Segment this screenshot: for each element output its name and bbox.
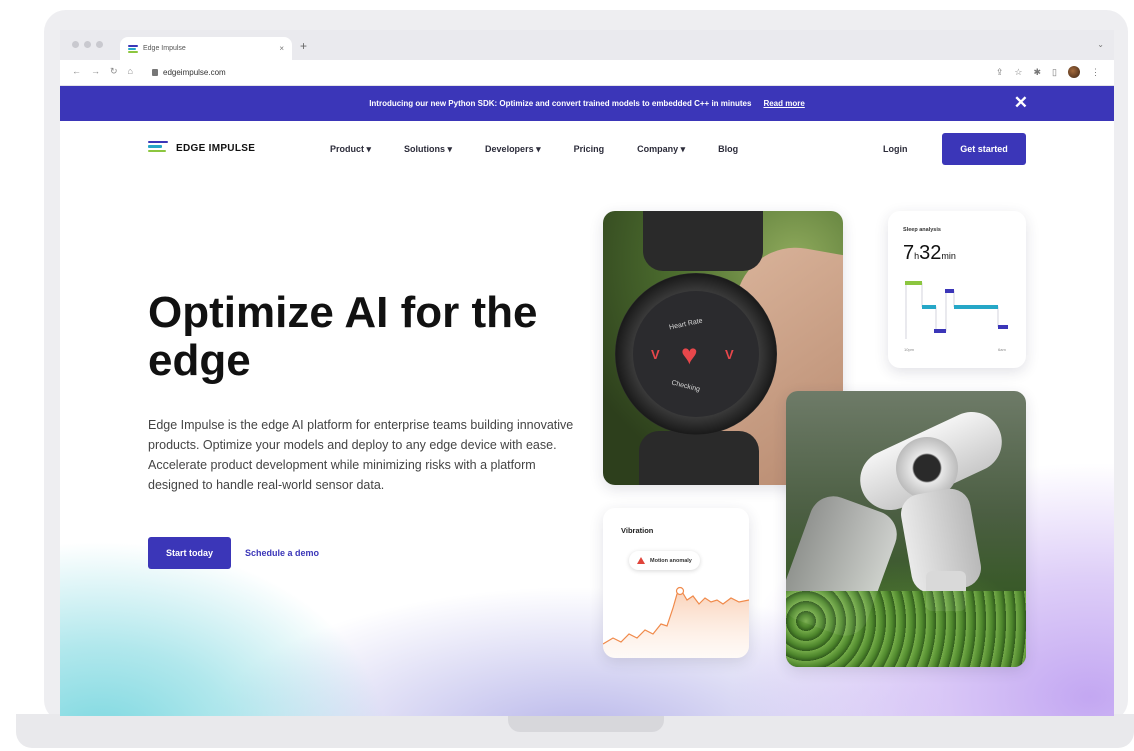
- read-more-link[interactable]: Read more: [763, 99, 804, 108]
- home-icon[interactable]: ⌂: [128, 66, 133, 77]
- tab-bar: Edge Impulse × + ⌄: [60, 30, 1114, 60]
- sleep-axis-end: 6am: [998, 347, 1006, 352]
- motion-anomaly-text: Motion anomaly: [650, 557, 692, 564]
- nav-item-blog[interactable]: Blog: [718, 144, 738, 155]
- warning-icon: [637, 557, 645, 564]
- sleep-stage-deep-2: [998, 325, 1008, 329]
- logo[interactable]: EDGE IMPULSE: [148, 141, 255, 155]
- login-link[interactable]: Login: [883, 144, 908, 154]
- robotic-arm-image: [786, 391, 1026, 667]
- hero-title: Optimize AI for the edge: [148, 288, 538, 385]
- url-text: edgeimpulse.com: [163, 68, 226, 77]
- reload-icon[interactable]: ↻: [110, 66, 118, 77]
- share-icon[interactable]: ⇪: [996, 67, 1004, 78]
- window-controls[interactable]: [72, 41, 103, 48]
- sleep-stage-deep: [934, 329, 946, 333]
- edge-impulse-logo-icon: [148, 141, 168, 155]
- nav-item-company[interactable]: Company ▾: [637, 144, 685, 155]
- logo-text: EDGE IMPULSE: [176, 142, 256, 154]
- bookmark-star-icon[interactable]: ☆: [1014, 67, 1022, 78]
- sleep-stage-light: [922, 305, 936, 309]
- address-bar: ← → ↻ ⌂ edgeimpulse.com ⇪ ☆ ✱ ▯ ⋮: [60, 60, 1114, 86]
- watch-band-top: [643, 211, 763, 271]
- announcement-text: Introducing our new Python SDK: Optimize…: [369, 99, 752, 108]
- close-announcement-icon[interactable]: ✕: [1014, 93, 1028, 113]
- maximize-window-dot[interactable]: [96, 41, 103, 48]
- watch-band-bottom: [639, 431, 759, 485]
- watch-face: Heart Rate V ♥ V Checking: [633, 291, 759, 417]
- sleep-stage-awake: [905, 281, 922, 285]
- tab-title: Edge Impulse: [143, 45, 186, 52]
- get-started-button[interactable]: Get started: [942, 133, 1026, 165]
- menu-kebab-icon[interactable]: ⋮: [1091, 67, 1100, 78]
- sleep-analysis-title: Sleep analysis: [903, 227, 941, 233]
- new-tab-button[interactable]: +: [300, 39, 307, 53]
- edge-impulse-favicon-icon: [128, 44, 138, 53]
- hero-section: Optimize AI for the edge Edge Impulse is…: [60, 177, 1114, 716]
- nav-item-developers[interactable]: Developers ▾: [485, 144, 541, 155]
- watch-checking-text: Checking: [670, 379, 701, 394]
- announcement-bar: Introducing our new Python SDK: Optimize…: [60, 86, 1114, 121]
- nav-item-solutions[interactable]: Solutions ▾: [404, 144, 452, 155]
- tab-close-icon[interactable]: ×: [279, 44, 284, 53]
- laptop-notch: [508, 714, 664, 732]
- watch-pulse-right-icon: V: [725, 347, 734, 362]
- main-nav: EDGE IMPULSE Product ▾ Solutions ▾ Devel…: [60, 121, 1114, 177]
- plant-sprouts: [786, 591, 1026, 667]
- vibration-title: Vibration: [621, 526, 654, 535]
- watch-pulse-left-icon: V: [651, 347, 660, 362]
- nav-item-product[interactable]: Product ▾: [330, 144, 371, 155]
- profile-avatar[interactable]: [1068, 66, 1080, 78]
- extensions-icon[interactable]: ✱: [1034, 67, 1042, 78]
- schedule-demo-link[interactable]: Schedule a demo: [245, 548, 319, 558]
- sleep-stage-light-2: [954, 305, 998, 309]
- lock-icon: [152, 69, 158, 76]
- sleep-stage-chart: [905, 281, 1008, 339]
- minimize-window-dot[interactable]: [84, 41, 91, 48]
- url-field[interactable]: edgeimpulse.com: [152, 68, 226, 77]
- close-window-dot[interactable]: [72, 41, 79, 48]
- browser-tab[interactable]: Edge Impulse ×: [120, 37, 292, 60]
- heart-icon: ♥: [681, 339, 698, 370]
- sleep-duration: 7h32min: [903, 242, 956, 264]
- nav-item-pricing[interactable]: Pricing: [574, 144, 605, 155]
- start-today-button[interactable]: Start today: [148, 537, 231, 569]
- vibration-chart: [603, 586, 749, 658]
- sleep-analysis-card: Sleep analysis 7h32min 10pm 6am: [888, 211, 1026, 368]
- anomaly-point: [675, 586, 685, 596]
- forward-icon[interactable]: →: [91, 66, 100, 77]
- hero-description: Edge Impulse is the edge AI platform for…: [148, 418, 574, 492]
- browser-window: Edge Impulse × + ⌄ ← → ↻ ⌂ edgeimpulse.c…: [60, 30, 1114, 716]
- vibration-card: Vibration Motion anomaly: [603, 508, 749, 658]
- sleep-stage-rem: [945, 289, 954, 293]
- back-icon[interactable]: ←: [72, 66, 81, 77]
- sleep-axis-start: 10pm: [904, 347, 915, 352]
- watch-heart-rate-text: Heart Rate: [668, 317, 704, 332]
- tab-menu-icon[interactable]: ⌄: [1097, 40, 1104, 49]
- motion-anomaly-badge: Motion anomaly: [629, 551, 700, 570]
- sidebar-icon[interactable]: ▯: [1052, 67, 1057, 78]
